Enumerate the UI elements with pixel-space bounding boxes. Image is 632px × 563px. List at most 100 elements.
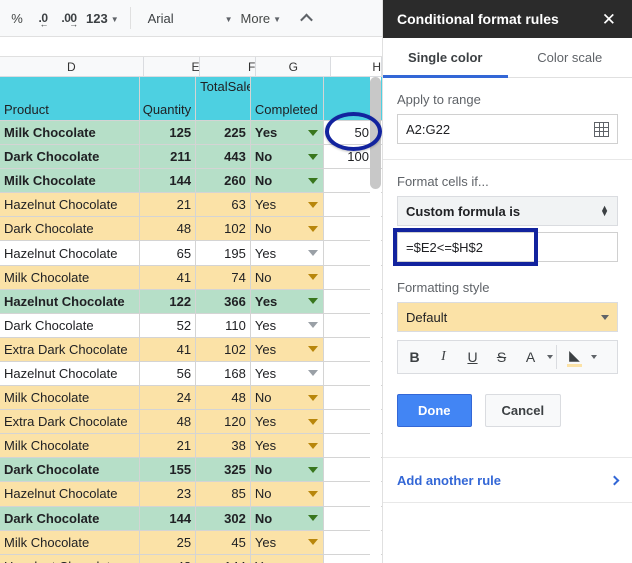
scrollbar-thumb[interactable] bbox=[370, 77, 381, 189]
cell-completed[interactable]: Yes bbox=[250, 337, 325, 362]
cell-total-sales[interactable]: 110 bbox=[196, 313, 251, 338]
cell-completed[interactable]: Yes bbox=[250, 193, 325, 218]
cell-product[interactable]: Milk Chocolate bbox=[0, 265, 141, 290]
cell-quantity[interactable]: 211 bbox=[140, 145, 197, 170]
cell-total-sales[interactable]: 48 bbox=[196, 386, 251, 411]
increase-decimal-button[interactable]: .00 → bbox=[56, 4, 82, 32]
close-icon[interactable]: ✕ bbox=[600, 11, 618, 28]
cell-quantity[interactable]: 125 bbox=[140, 121, 197, 146]
grid-vertical-scrollbar[interactable] bbox=[370, 77, 381, 563]
dropdown-arrow-icon[interactable] bbox=[308, 298, 319, 305]
cell-h[interactable] bbox=[324, 337, 374, 362]
cell-completed[interactable]: Yes bbox=[250, 241, 325, 266]
cell-quantity[interactable]: 48 bbox=[140, 554, 197, 563]
dropdown-arrow-icon[interactable] bbox=[308, 370, 319, 377]
cell-product[interactable]: Hazelnut Chocolate bbox=[0, 289, 141, 314]
cell-h[interactable] bbox=[324, 482, 374, 507]
cell-h[interactable] bbox=[324, 313, 374, 338]
cell-completed[interactable]: No bbox=[250, 458, 325, 483]
cell-completed[interactable]: Yes bbox=[250, 530, 325, 555]
cell-quantity[interactable]: 24 bbox=[140, 386, 197, 411]
cell-product[interactable]: Milk Chocolate bbox=[0, 121, 141, 146]
cell-h[interactable] bbox=[324, 169, 374, 194]
cell-total-sales[interactable]: 325 bbox=[196, 458, 251, 483]
done-button[interactable]: Done bbox=[397, 394, 472, 427]
chevron-down-icon[interactable] bbox=[591, 355, 597, 359]
tab-color-scale[interactable]: Color scale bbox=[508, 38, 632, 77]
dropdown-arrow-icon[interactable] bbox=[308, 490, 319, 497]
cell-quantity[interactable]: 25 bbox=[140, 530, 197, 555]
format-percent-button[interactable]: % bbox=[4, 4, 30, 32]
grid-select-icon[interactable] bbox=[594, 121, 609, 137]
cell-completed[interactable]: Yes bbox=[250, 554, 325, 563]
cell-total-sales[interactable]: 225 bbox=[196, 121, 251, 146]
cell-h[interactable] bbox=[324, 386, 374, 411]
cell-h[interactable] bbox=[324, 458, 374, 483]
cell-h[interactable] bbox=[324, 434, 374, 459]
cell-completed[interactable]: No bbox=[250, 482, 325, 507]
cell-completed[interactable]: No bbox=[250, 169, 325, 194]
cell-quantity[interactable]: 41 bbox=[140, 337, 197, 362]
cell-h[interactable] bbox=[324, 361, 374, 387]
dropdown-arrow-icon[interactable] bbox=[308, 515, 319, 522]
cell-quantity[interactable]: 48 bbox=[140, 217, 197, 242]
cell-quantity[interactable]: 21 bbox=[140, 193, 197, 218]
cell-completed[interactable]: No bbox=[250, 217, 325, 242]
cell-quantity[interactable]: 144 bbox=[140, 506, 197, 531]
column-header-g[interactable]: G bbox=[256, 57, 332, 77]
cell-total-sales[interactable]: 302 bbox=[196, 506, 251, 531]
cell-h[interactable] bbox=[324, 217, 374, 242]
cell-completed[interactable]: Yes bbox=[250, 313, 325, 338]
cell-product[interactable]: Extra Dark Chocolate bbox=[0, 410, 141, 435]
cell-product[interactable]: Hazelnut Chocolate bbox=[0, 193, 141, 218]
bold-button[interactable]: B bbox=[400, 342, 429, 372]
cell-total-sales[interactable]: 144 bbox=[196, 554, 251, 563]
formatting-style-preset-select[interactable]: Default bbox=[397, 302, 618, 332]
cell-total-sales[interactable]: 443 bbox=[196, 145, 251, 170]
cell-quantity[interactable]: 122 bbox=[140, 289, 197, 314]
cell-product[interactable]: Dark Chocolate bbox=[0, 313, 141, 338]
add-another-rule-button[interactable]: Add another rule bbox=[383, 457, 632, 503]
cell-product[interactable]: Hazelnut Chocolate bbox=[0, 241, 141, 266]
dropdown-arrow-icon[interactable] bbox=[308, 201, 319, 208]
cell-completed[interactable]: Yes bbox=[250, 361, 325, 387]
dropdown-arrow-icon[interactable] bbox=[308, 129, 319, 136]
cell-product[interactable]: Extra Dark Chocolate bbox=[0, 337, 141, 362]
dropdown-arrow-icon[interactable] bbox=[308, 442, 319, 449]
cell-total-sales[interactable]: 74 bbox=[196, 265, 251, 290]
cell-total-sales[interactable]: 102 bbox=[196, 217, 251, 242]
underline-button[interactable]: U bbox=[458, 342, 487, 372]
cell-completed[interactable]: No bbox=[250, 265, 325, 290]
decrease-decimal-button[interactable]: .0 ← bbox=[30, 4, 56, 32]
cell-completed[interactable]: No bbox=[250, 506, 325, 531]
cell-quantity[interactable]: 144 bbox=[140, 169, 197, 194]
cell-product[interactable]: Milk Chocolate bbox=[0, 434, 141, 459]
cell-total-sales[interactable]: 168 bbox=[196, 361, 251, 387]
dropdown-arrow-icon[interactable] bbox=[308, 153, 319, 160]
dropdown-arrow-icon[interactable] bbox=[308, 225, 319, 232]
dropdown-arrow-icon[interactable] bbox=[308, 418, 319, 425]
apply-to-range-input[interactable]: A2:G22 bbox=[397, 114, 618, 144]
cell-completed[interactable]: Yes bbox=[250, 121, 325, 146]
cell-total-sales[interactable]: 45 bbox=[196, 530, 251, 555]
cell-completed[interactable]: No bbox=[250, 386, 325, 411]
cell-quantity[interactable]: 41 bbox=[140, 265, 197, 290]
cell-product[interactable]: Dark Chocolate bbox=[0, 458, 141, 483]
header-cell-total-sales[interactable]: Total Sales bbox=[196, 77, 251, 121]
number-format-button[interactable]: 123 ▼ bbox=[82, 4, 123, 32]
fill-color-button[interactable]: ◣ bbox=[560, 342, 589, 372]
cell-product[interactable]: Hazelnut Chocolate bbox=[0, 554, 141, 563]
column-header-h[interactable]: H bbox=[331, 57, 382, 77]
cell-completed[interactable]: No bbox=[250, 145, 325, 170]
cell-total-sales[interactable]: 63 bbox=[196, 193, 251, 218]
collapse-toolbar-button[interactable] bbox=[293, 4, 319, 32]
cell-total-sales[interactable]: 102 bbox=[196, 337, 251, 362]
cell-quantity[interactable]: 21 bbox=[140, 434, 197, 459]
custom-formula-input[interactable]: =$E2<=$H$2 bbox=[397, 232, 618, 262]
cell-quantity[interactable]: 48 bbox=[140, 410, 197, 435]
cell-h[interactable] bbox=[324, 265, 374, 290]
dropdown-arrow-icon[interactable] bbox=[308, 177, 319, 184]
dropdown-arrow-icon[interactable] bbox=[308, 274, 319, 281]
column-header-d[interactable]: D bbox=[0, 57, 144, 77]
cell-total-sales[interactable]: 85 bbox=[196, 482, 251, 507]
